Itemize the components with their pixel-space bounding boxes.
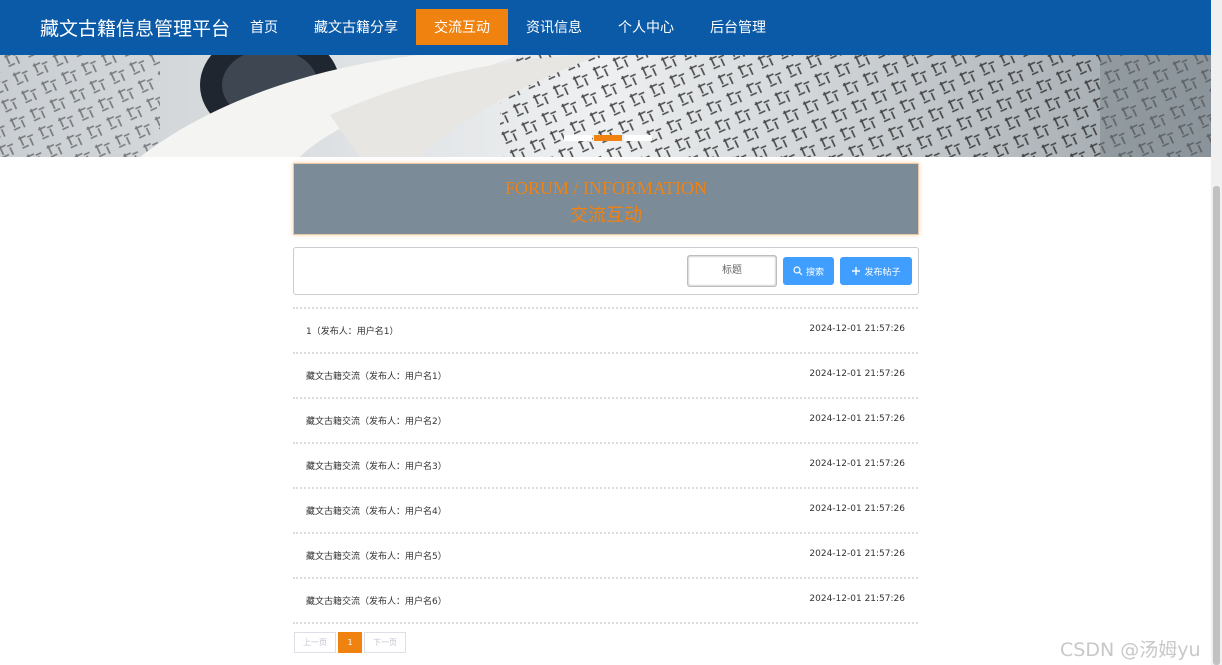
section-title-en: FORUM / INFORMATION (504, 178, 708, 198)
post-time: 2024-12-01 21:57:26 (809, 594, 905, 604)
vertical-scrollbar[interactable] (1211, 0, 1222, 665)
banner-carousel[interactable] (0, 55, 1211, 157)
watermark: CSDN @汤姆yu (1060, 639, 1201, 661)
post-row[interactable]: 1（发布人：用户名1） 2024-12-01 21:57:26 (293, 307, 918, 352)
post-title[interactable]: 藏文古籍交流（发布人：用户名4） (306, 504, 447, 517)
next-page-button[interactable]: 下一页 (364, 632, 406, 653)
title-search-input[interactable]: 标题 (687, 255, 777, 287)
post-title[interactable]: 藏文古籍交流（发布人：用户名2） (306, 414, 447, 427)
post-title[interactable]: 藏文古籍交流（发布人：用户名3） (306, 459, 447, 472)
publish-post-button[interactable]: 发布帖子 (840, 257, 912, 285)
post-time: 2024-12-01 21:57:26 (809, 504, 905, 514)
nav-personal-center[interactable]: 个人中心 (600, 9, 692, 45)
post-title[interactable]: 藏文古籍交流（发布人：用户名1） (306, 369, 447, 382)
search-bar: 标题 搜索 发布帖子 (293, 247, 919, 295)
site-brand[interactable]: 藏文古籍信息管理平台 (40, 14, 230, 41)
post-time: 2024-12-01 21:57:26 (809, 414, 905, 424)
main-nav: 首页 藏文古籍分享 交流互动 资讯信息 个人中心 后台管理 (232, 0, 784, 55)
post-row[interactable]: 藏文古籍交流（发布人：用户名6） 2024-12-01 21:57:26 (293, 577, 918, 624)
post-row[interactable]: 藏文古籍交流（发布人：用户名4） 2024-12-01 21:57:26 (293, 487, 918, 532)
post-time: 2024-12-01 21:57:26 (809, 369, 905, 379)
section-title-box: FORUM / INFORMATION 交流互动 (293, 163, 919, 235)
prev-page-button[interactable]: 上一页 (294, 632, 336, 653)
pagination: 上一页 1 下一页 (294, 632, 406, 653)
carousel-dot-active[interactable] (594, 135, 622, 141)
post-time: 2024-12-01 21:57:26 (809, 549, 905, 559)
nav-book-share[interactable]: 藏文古籍分享 (296, 9, 416, 45)
carousel-dot[interactable] (624, 135, 652, 141)
nav-admin[interactable]: 后台管理 (692, 9, 784, 45)
post-time: 2024-12-01 21:57:26 (809, 324, 905, 334)
page-number-current[interactable]: 1 (338, 632, 362, 653)
plus-icon (852, 267, 861, 275)
banner-image (0, 55, 1211, 157)
nav-home[interactable]: 首页 (232, 9, 296, 45)
post-title[interactable]: 藏文古籍交流（发布人：用户名5） (306, 549, 447, 562)
search-button-label: 搜索 (805, 267, 824, 278)
post-title[interactable]: 1（发布人：用户名1） (306, 324, 398, 337)
section-title-cn: 交流互动 (570, 205, 642, 225)
post-title[interactable]: 藏文古籍交流（发布人：用户名6） (306, 594, 447, 607)
post-row[interactable]: 藏文古籍交流（发布人：用户名5） 2024-12-01 21:57:26 (293, 532, 918, 577)
scrollbar-thumb[interactable] (1213, 186, 1220, 665)
carousel-dot[interactable] (564, 135, 592, 141)
top-nav-bar: 藏文古籍信息管理平台 首页 藏文古籍分享 交流互动 资讯信息 个人中心 后台管理 (0, 0, 1211, 55)
post-time: 2024-12-01 21:57:26 (809, 459, 905, 469)
post-list: 1（发布人：用户名1） 2024-12-01 21:57:26 藏文古籍交流（发… (293, 307, 918, 624)
search-button[interactable]: 搜索 (783, 257, 834, 285)
nav-forum[interactable]: 交流互动 (416, 9, 508, 45)
carousel-indicators (564, 135, 652, 141)
nav-news[interactable]: 资讯信息 (508, 9, 600, 45)
publish-post-label: 发布帖子 (864, 267, 901, 278)
post-row[interactable]: 藏文古籍交流（发布人：用户名1） 2024-12-01 21:57:26 (293, 352, 918, 397)
search-icon (793, 266, 803, 276)
post-row[interactable]: 藏文古籍交流（发布人：用户名3） 2024-12-01 21:57:26 (293, 442, 918, 487)
post-row[interactable]: 藏文古籍交流（发布人：用户名2） 2024-12-01 21:57:26 (293, 397, 918, 442)
